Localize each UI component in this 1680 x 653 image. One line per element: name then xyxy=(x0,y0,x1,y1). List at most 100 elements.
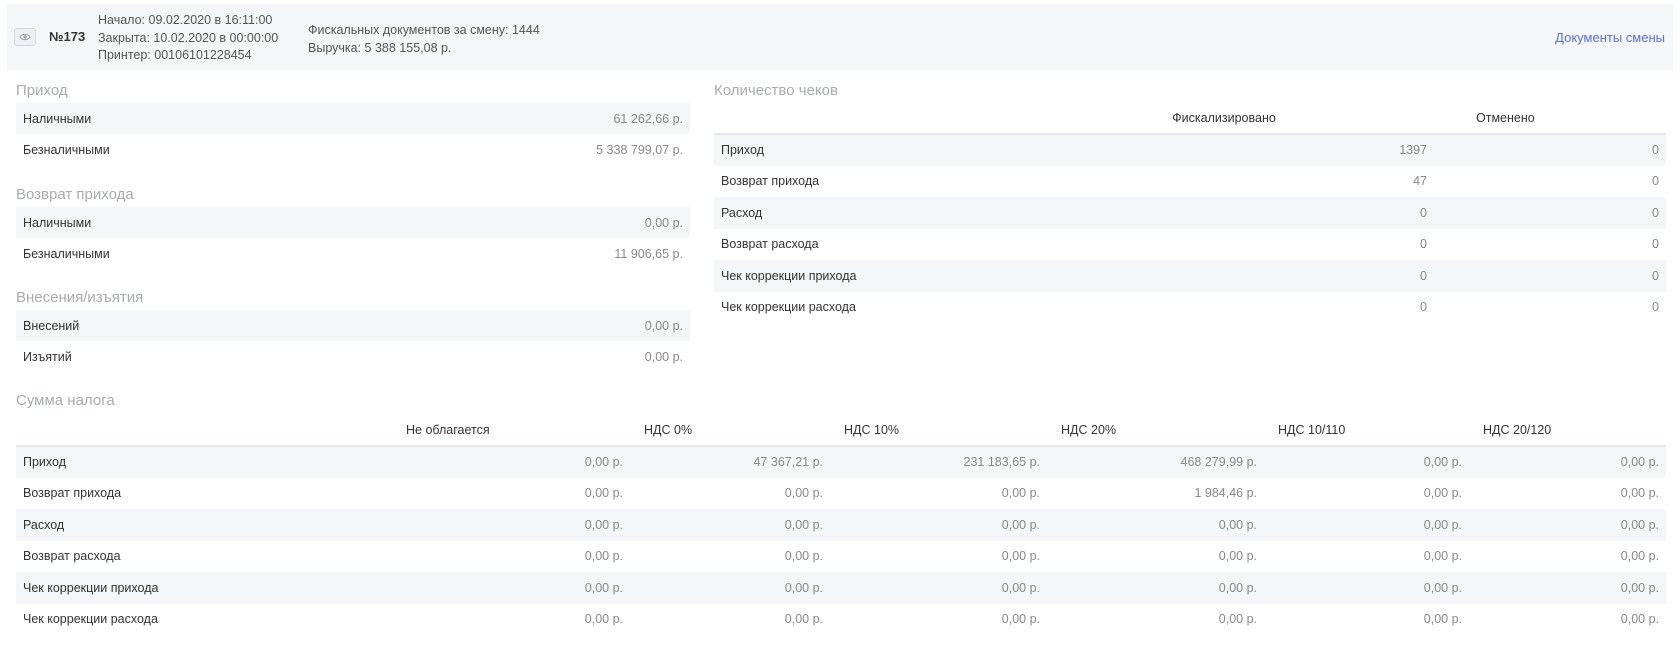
column-header-label xyxy=(16,415,336,447)
row-label: Приход xyxy=(16,446,336,478)
tax-table: Не облагается НДС 0% НДС 10% НДС 20% НДС… xyxy=(16,415,1666,635)
column-header: НДС 20/120 xyxy=(1469,415,1666,447)
view-button[interactable] xyxy=(14,28,36,46)
tax-cell: 0,00 р. xyxy=(1001,549,1040,564)
tax-cell: 0,00 р. xyxy=(630,509,830,541)
column-header: НДС 10/110 xyxy=(1264,415,1469,447)
table-row: Приход 1397 0 xyxy=(714,134,1666,166)
table-row: Приход 0,00 р. 47 367,21 р. 231 183,65 р… xyxy=(16,446,1666,478)
tax-cell: 0,00 р. xyxy=(584,486,623,501)
row-value: 0,00 р. xyxy=(644,318,683,333)
tax-cell: 0,00 р. xyxy=(1218,549,1257,564)
tax-cell: 0,00 р. xyxy=(1469,572,1666,604)
tax-cell: 0,00 р. xyxy=(336,509,630,541)
tax-cell: 47 367,21 р. xyxy=(630,446,830,478)
eye-icon xyxy=(19,33,31,41)
row-label: Наличными xyxy=(23,215,92,230)
deposits-row: Внесений 0,00 р. xyxy=(16,310,690,341)
row-label: Приход xyxy=(714,134,1014,166)
tax-cell: 0,00 р. xyxy=(1620,486,1659,501)
table-row: Возврат расхода 0,00 р. 0,00 р. 0,00 р. … xyxy=(16,541,1666,573)
shift-summary: Фискальных документов за смену: 1444 Выр… xyxy=(308,22,540,57)
row-value: 11 906,65 р. xyxy=(614,246,683,261)
tax-title: Сумма налога xyxy=(16,392,115,409)
column-header: Фискализировано xyxy=(1014,103,1434,135)
row-label: Наличными xyxy=(23,111,92,126)
row-label: Возврат прихода xyxy=(721,174,820,189)
tax-cell: 0,00 р. xyxy=(784,612,823,627)
tax-cell: 0,00 р. xyxy=(830,509,1047,541)
cancelled-count: 0 xyxy=(1434,260,1666,292)
fiscalized-count: 0 xyxy=(1420,237,1427,252)
tax-cell: 0,00 р. xyxy=(336,446,630,478)
column-header: Не облагается xyxy=(336,415,630,447)
cancelled-count: 0 xyxy=(1652,174,1659,189)
cancelled-count: 0 xyxy=(1652,300,1659,315)
tax-cell: 468 279,99 р. xyxy=(1047,446,1264,478)
tax-cell: 0,00 р. xyxy=(1423,612,1462,627)
cancelled-count: 0 xyxy=(1434,134,1666,166)
tax-cell: 0,00 р. xyxy=(784,486,823,501)
shift-meta: Начало: 09.02.2020 в 16:11:00 Закрыта: 1… xyxy=(98,12,278,65)
table-row: Чек коррекции прихода 0,00 р. 0,00 р. 0,… xyxy=(16,572,1666,604)
table-row: Возврат прихода 47 0 xyxy=(714,166,1666,198)
shift-closed: Закрыта: 10.02.2020 в 00:00:00 xyxy=(98,30,279,45)
tax-cell: 0,00 р. xyxy=(830,572,1047,604)
tax-cell: 231 183,65 р. xyxy=(830,446,1047,478)
tax-cell: 0,00 р. xyxy=(584,549,623,564)
fiscal-docs-count: Фискальных документов за смену: 1444 xyxy=(308,23,540,37)
tax-cell: 0,00 р. xyxy=(1423,549,1462,564)
column-header: НДС 10% xyxy=(830,415,1047,447)
tax-cell: 0,00 р. xyxy=(784,549,823,564)
column-header: Отменено xyxy=(1434,103,1666,135)
income-title: Приход xyxy=(16,82,68,99)
table-row: Чек коррекции расхода 0 0 xyxy=(714,292,1666,324)
row-value: 61 262,66 р. xyxy=(613,111,683,126)
receipts-title: Количество чеков xyxy=(714,82,838,99)
row-label: Расход xyxy=(16,509,336,541)
table-row: Расход 0 0 xyxy=(714,197,1666,229)
fiscalized-count: 0 xyxy=(1420,300,1427,315)
column-header: НДС 0% xyxy=(630,415,830,447)
tax-cell: 0,00 р. xyxy=(1469,446,1666,478)
tax-cell: 0,00 р. xyxy=(336,572,630,604)
deposits-row: Изъятий 0,00 р. xyxy=(16,341,690,372)
row-label: Внесений xyxy=(23,318,80,333)
deposits-title: Внесения/изъятия xyxy=(16,289,144,306)
row-label: Изъятий xyxy=(23,349,72,364)
fiscalized-count: 0 xyxy=(1014,197,1434,229)
tax-cell: 0,00 р. xyxy=(1620,612,1659,627)
table-row: Расход 0,00 р. 0,00 р. 0,00 р. 0,00 р. 0… xyxy=(16,509,1666,541)
row-label: Расход xyxy=(714,197,1014,229)
row-label: Возврат прихода xyxy=(23,486,122,501)
shift-documents-link[interactable]: Документы смены xyxy=(1555,30,1665,45)
income-return-row: Наличными 0,00 р. xyxy=(16,207,690,238)
fiscalized-count: 1397 xyxy=(1014,134,1434,166)
table-row: Возврат расхода 0 0 xyxy=(714,229,1666,261)
row-value: 0,00 р. xyxy=(644,349,683,364)
tax-cell: 0,00 р. xyxy=(1423,486,1462,501)
table-row: Возврат прихода 0,00 р. 0,00 р. 0,00 р. … xyxy=(16,478,1666,510)
income-return-title: Возврат прихода xyxy=(16,186,134,203)
row-label: Чек коррекции прихода xyxy=(16,572,336,604)
row-label: Чек коррекции прихода xyxy=(714,260,1014,292)
shift-header: №173 Начало: 09.02.2020 в 16:11:00 Закры… xyxy=(7,4,1673,70)
tax-cell: 0,00 р. xyxy=(1047,509,1264,541)
tax-cell: 0,00 р. xyxy=(1264,509,1469,541)
tax-cell: 0,00 р. xyxy=(630,572,830,604)
row-label: Безналичными xyxy=(23,246,110,261)
shift-printer: Принтер: 00106101228454 xyxy=(98,48,252,62)
tax-cell: 0,00 р. xyxy=(1264,446,1469,478)
tax-cell: 0,00 р. xyxy=(1001,486,1040,501)
row-value: 0,00 р. xyxy=(644,215,683,230)
fiscalized-count: 47 xyxy=(1413,174,1427,189)
tax-cell: 0,00 р. xyxy=(584,612,623,627)
income-row: Безналичными 5 338 799,07 р. xyxy=(16,134,690,165)
table-row: Чек коррекции прихода 0 0 xyxy=(714,260,1666,292)
row-label: Чек коррекции расхода xyxy=(23,612,158,627)
income-row: Наличными 61 262,66 р. xyxy=(16,103,690,134)
revenue: Выручка: 5 388 155,08 р. xyxy=(308,40,452,55)
cancelled-count: 0 xyxy=(1434,197,1666,229)
tax-cell: 0,00 р. xyxy=(1047,572,1264,604)
income-return-row: Безналичными 11 906,65 р. xyxy=(16,238,690,269)
